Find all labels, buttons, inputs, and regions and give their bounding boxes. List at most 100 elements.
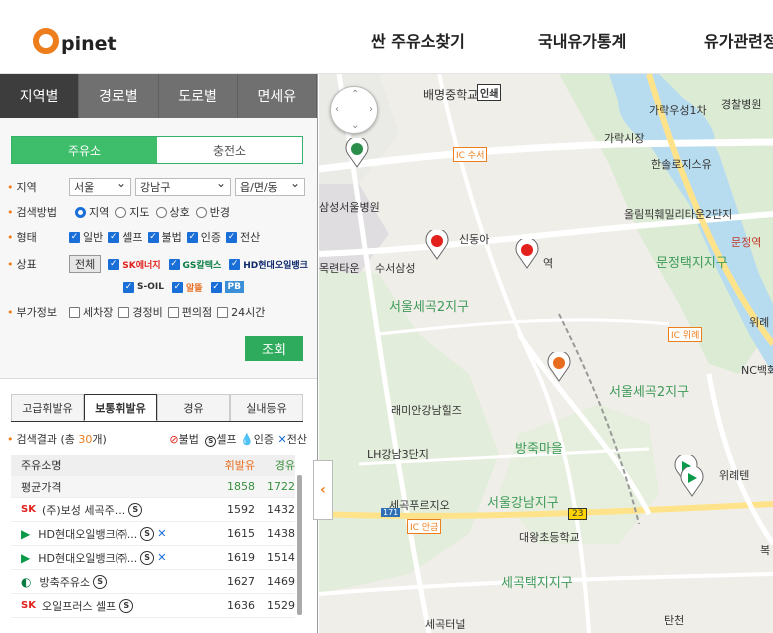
- menu-cheap-station[interactable]: 싼 주유소찾기: [371, 28, 465, 52]
- map-label: 목련타운: [319, 262, 360, 275]
- legend-computerized: 전산: [286, 433, 307, 446]
- map-label: 인쇄: [477, 84, 502, 101]
- radio-name-label: 상호: [169, 206, 190, 219]
- map-label: 서울세곡2지구: [389, 300, 470, 315]
- radio-map[interactable]: [115, 206, 127, 218]
- result-prefix: 검색결과 (총: [16, 433, 75, 446]
- table-row[interactable]: ◐ 방축주유소 S 1627 1469: [11, 570, 295, 594]
- map-label: 신동아: [459, 233, 490, 246]
- map-label: NC백화: [741, 364, 773, 377]
- search-button[interactable]: 조회: [245, 336, 303, 361]
- check-hd[interactable]: ✓: [229, 258, 241, 270]
- menu-price-related[interactable]: 유가관련정: [704, 28, 773, 52]
- diesel-price: 1432: [267, 503, 295, 516]
- station-name: HD현대오일뱅크㈜...: [38, 551, 138, 565]
- check-self[interactable]: ✓: [108, 231, 120, 243]
- gasoline-price: 1592: [227, 503, 255, 516]
- check-computerized[interactable]: ✓: [226, 231, 237, 243]
- tab-route[interactable]: 경로별: [79, 74, 159, 118]
- check-illegal[interactable]: ✓: [147, 231, 159, 243]
- map-label: 방죽마을: [515, 442, 563, 457]
- radio-region[interactable]: [75, 206, 86, 218]
- map-label: 래미안강남힐즈: [391, 404, 462, 417]
- self-icon: S: [140, 526, 155, 541]
- self-icon: S: [128, 502, 143, 517]
- map-label: 수서삼성: [375, 262, 416, 275]
- tab-tax-free[interactable]: 면세유: [237, 74, 317, 118]
- check-altteul[interactable]: ✓: [171, 281, 183, 293]
- map-label: 세곡택지지구: [501, 576, 573, 591]
- tab-region[interactable]: 지역별: [0, 74, 80, 118]
- self-icon: S: [119, 598, 134, 613]
- collapse-panel-button[interactable]: ‹: [313, 460, 333, 520]
- fuel-tabs: 고급휘발유 보통휘발유 경유 실내등유: [11, 394, 303, 422]
- map-view[interactable]: ⌃ ⌄ ‹ › 배명중학교 인쇄 가락우성1차 경찰병원 가락시장 한솔로지스유 삼…: [319, 74, 773, 633]
- radio-name[interactable]: [155, 206, 167, 218]
- menu-domestic-stats[interactable]: 국내유가통계: [538, 28, 626, 52]
- tab-road[interactable]: 도로별: [158, 74, 238, 118]
- map-label: 역: [543, 257, 554, 270]
- check-general[interactable]: ✓: [69, 231, 80, 243]
- type-label: 형태: [16, 231, 37, 244]
- check-certified-label: 인증: [200, 231, 221, 244]
- road-number: 171: [381, 508, 401, 517]
- brand-row-2: ✓ S-OIL ✓ 알뜰 ✓ PB: [118, 277, 247, 297]
- check-carwash[interactable]: [69, 306, 80, 318]
- sk-station-pin-icon[interactable]: [424, 230, 450, 260]
- check-24h-label: 24시간: [231, 306, 266, 319]
- table-row[interactable]: SK 오일프러스 셀프 S 1636 1529: [11, 594, 295, 618]
- gs-station-pin-icon[interactable]: [546, 352, 572, 382]
- map-label: 탄천: [664, 614, 685, 627]
- tab-premium-gasoline[interactable]: 고급휘발유: [11, 394, 84, 421]
- legend-certified: 인증: [253, 433, 275, 446]
- tab-diesel[interactable]: 경유: [157, 394, 230, 421]
- col-gasoline: 휘발유: [224, 459, 255, 472]
- result-count: 30: [78, 433, 93, 446]
- table-row[interactable]: ▶ HD현대오일뱅크㈜... S ✕ 1615 1438: [11, 522, 295, 546]
- hd-station-pin-icon[interactable]: [679, 467, 705, 497]
- gs-station-pin-icon[interactable]: [344, 138, 370, 168]
- tab-charging-station[interactable]: 충전소: [157, 137, 302, 163]
- brand-all-button[interactable]: 전체: [69, 255, 102, 273]
- map-label: 위례텐: [719, 469, 750, 482]
- road-number: 23: [568, 508, 588, 520]
- table-row[interactable]: SK (주)보성 세곡주... S 1592 1432: [11, 498, 295, 522]
- sigungu-select[interactable]: 강남구: [135, 176, 231, 196]
- logo-o-mark: [33, 28, 59, 54]
- tab-regular-gasoline[interactable]: 보통휘발유: [84, 394, 157, 421]
- radio-map-label: 지도: [129, 206, 150, 219]
- check-sk[interactable]: ✓: [108, 258, 120, 270]
- map-label: 문정택지지구: [656, 256, 728, 271]
- dong-select[interactable]: 읍/면/동: [235, 176, 305, 196]
- check-certified[interactable]: ✓: [186, 231, 198, 243]
- region-label: 지역: [16, 181, 37, 194]
- map-label: 서울강남지구: [487, 496, 559, 511]
- check-pb[interactable]: ✓: [210, 281, 222, 293]
- check-store[interactable]: [167, 306, 179, 318]
- gs-caltex-logo: GS칼텍스: [182, 260, 222, 271]
- map-label: 경찰병원: [721, 98, 762, 111]
- radio-radius[interactable]: [195, 206, 207, 218]
- check-repair[interactable]: [118, 306, 130, 318]
- check-gs[interactable]: ✓: [168, 258, 180, 270]
- sk-logo-icon: SK: [21, 600, 36, 611]
- sk-station-pin-icon[interactable]: [514, 239, 540, 269]
- table-header: 주유소명 휘발유 경유: [11, 455, 295, 476]
- sido-select[interactable]: 서울: [69, 176, 131, 196]
- check-general-label: 일반: [83, 231, 104, 244]
- search-type-tabs: 지역별 경로별 도로별 면세유: [0, 74, 317, 118]
- check-24h[interactable]: [217, 306, 229, 318]
- tab-gas-station[interactable]: 주유소: [12, 137, 157, 163]
- list-scrollbar[interactable]: [297, 475, 302, 615]
- opinet-logo[interactable]: pinet: [33, 22, 117, 54]
- region-row: •지역 서울 강남구 읍/면/동: [7, 176, 309, 197]
- map-pan-control[interactable]: ⌃ ⌄ ‹ ›: [330, 86, 378, 134]
- station-name: 오일프러스 셀프: [41, 599, 117, 613]
- map-label: 위례: [749, 316, 770, 329]
- check-soil[interactable]: ✓: [123, 281, 134, 293]
- tab-kerosene[interactable]: 실내등유: [230, 394, 303, 421]
- brand-label: 상표: [16, 258, 37, 271]
- table-row[interactable]: ▶ HD현대오일뱅크㈜... S ✕ 1619 1514: [11, 546, 295, 570]
- diesel-price: 1514: [267, 551, 295, 564]
- ic-label: IC 수서: [453, 147, 488, 162]
